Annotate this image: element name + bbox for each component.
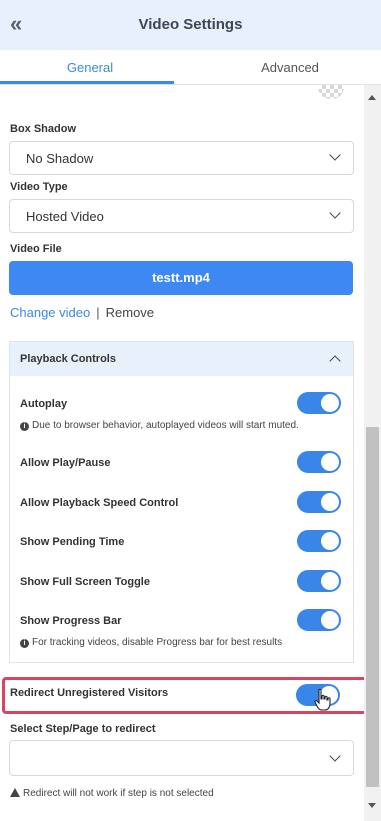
- video-file-actions: Change video | Remove: [10, 305, 154, 320]
- info-icon: i: [20, 639, 29, 648]
- pending-time-toggle[interactable]: [297, 530, 341, 552]
- info-icon: i: [20, 422, 29, 431]
- settings-content: Box Shadow No Shadow Video Type Hosted V…: [0, 85, 364, 821]
- redirect-label: Redirect Unregistered Visitors: [10, 687, 169, 699]
- playback-controls-panel: Playback Controls Autoplay i Due to brows…: [9, 341, 354, 663]
- progress-bar-note: i For tracking videos, disable Progress b…: [20, 637, 282, 648]
- remove-video-link[interactable]: Remove: [106, 305, 154, 320]
- active-tab-indicator: [0, 81, 174, 84]
- playback-controls-header[interactable]: Playback Controls: [10, 342, 353, 376]
- autoplay-label: Autoplay: [20, 398, 68, 410]
- full-screen-toggle[interactable]: [297, 570, 341, 592]
- video-type-label: Video Type: [10, 181, 68, 193]
- tab-general[interactable]: General: [5, 60, 175, 75]
- video-file-button[interactable]: testt.mp4: [9, 261, 353, 295]
- video-type-select[interactable]: Hosted Video: [9, 199, 354, 233]
- playback-speed-label: Allow Playback Speed Control: [20, 497, 179, 509]
- box-shadow-select[interactable]: No Shadow: [9, 141, 354, 175]
- play-pause-label: Allow Play/Pause: [20, 457, 111, 469]
- scroll-up-arrow-icon[interactable]: [368, 95, 376, 100]
- panel-title: Playback Controls: [20, 353, 116, 365]
- chevron-down-icon: [329, 750, 341, 762]
- hand-cursor-icon: [314, 688, 331, 711]
- separator: |: [96, 305, 100, 320]
- scroll-down-arrow-icon[interactable]: [368, 803, 376, 808]
- chevron-up-icon: [329, 355, 341, 367]
- redirect-step-select[interactable]: [9, 740, 354, 776]
- playback-speed-toggle[interactable]: [297, 491, 341, 513]
- chevron-down-icon: [329, 207, 341, 219]
- warning-icon: [10, 788, 20, 797]
- vertical-scrollbar[interactable]: [364, 85, 381, 821]
- autoplay-toggle[interactable]: [297, 392, 341, 414]
- box-shadow-label: Box Shadow: [10, 123, 77, 135]
- progress-bar-toggle[interactable]: [297, 609, 341, 631]
- tab-advanced[interactable]: Advanced: [205, 60, 375, 75]
- autoplay-note: i Due to browser behavior, autoplayed vid…: [20, 420, 299, 431]
- video-type-value: Hosted Video: [26, 209, 104, 224]
- tab-bar: General Advanced: [0, 50, 381, 85]
- box-shadow-value: No Shadow: [26, 151, 94, 166]
- pending-time-label: Show Pending Time: [20, 536, 125, 548]
- redirect-select-label: Select Step/Page to redirect: [10, 723, 156, 735]
- header: « Video Settings: [0, 0, 381, 50]
- redirect-warning: Redirect will not work if step is not se…: [10, 787, 214, 799]
- video-file-label: Video File: [10, 243, 62, 255]
- chevron-down-icon: [329, 149, 341, 161]
- page-title: Video Settings: [138, 16, 243, 33]
- progress-bar-label: Show Progress Bar: [20, 615, 122, 627]
- scroll-thumb[interactable]: [366, 427, 379, 787]
- play-pause-toggle[interactable]: [297, 451, 341, 473]
- full-screen-label: Show Full Screen Toggle: [20, 576, 150, 588]
- change-video-link[interactable]: Change video: [10, 305, 90, 320]
- transparency-checker-icon: [318, 85, 344, 99]
